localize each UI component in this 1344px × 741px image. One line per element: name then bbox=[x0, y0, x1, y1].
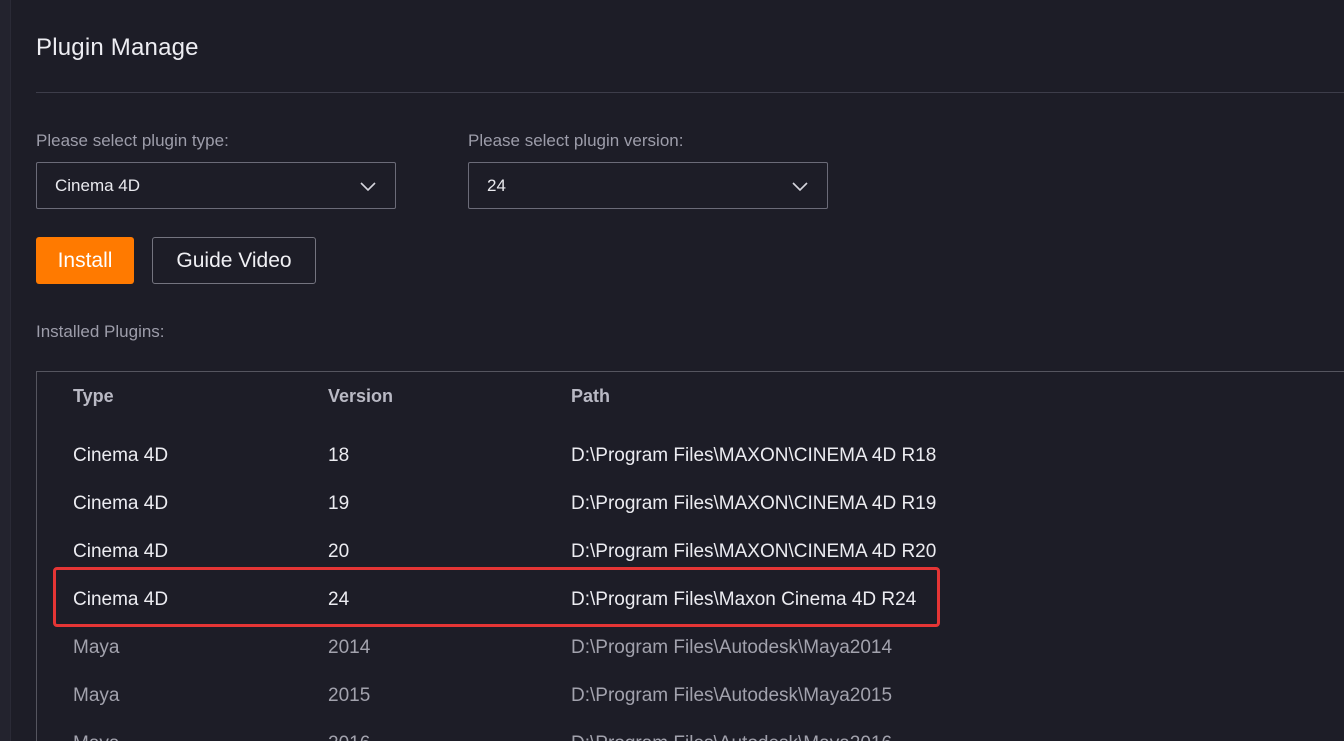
row-path: D:\Program Files\MAXON\CINEMA 4D R19 bbox=[571, 493, 937, 514]
table-row[interactable]: Maya 2016 D:\Program Files\Autodesk\Maya… bbox=[73, 720, 1273, 741]
plugin-type-label: Please select plugin type: bbox=[36, 131, 229, 150]
chevron-down-icon bbox=[360, 182, 376, 192]
page-title: Plugin Manage bbox=[36, 34, 199, 61]
row-version: 2014 bbox=[328, 637, 371, 658]
title-divider bbox=[36, 92, 1344, 93]
row-type: Maya bbox=[73, 685, 120, 706]
row-path: D:\Program Files\Autodesk\Maya2016 bbox=[571, 733, 892, 741]
guide-video-button[interactable]: Guide Video bbox=[152, 237, 316, 284]
column-header-version: Version bbox=[328, 385, 394, 406]
row-version: 19 bbox=[328, 493, 350, 514]
row-type: Cinema 4D bbox=[73, 445, 169, 466]
row-version: 18 bbox=[328, 445, 350, 466]
column-header-type: Type bbox=[73, 385, 114, 406]
row-type: Maya bbox=[73, 733, 119, 741]
table-row[interactable]: Maya 2014 D:\Program Files\Autodesk\Maya… bbox=[73, 624, 1273, 672]
plugin-manager-window: Plugin Manage Please select plugin type:… bbox=[0, 0, 1344, 741]
plugin-version-label: Please select plugin version: bbox=[468, 131, 684, 150]
plugin-type-select[interactable]: Cinema 4D bbox=[36, 162, 396, 209]
row-path: D:\Program Files\Autodesk\Maya2015 bbox=[571, 685, 893, 706]
row-version: 2016 bbox=[328, 733, 370, 741]
row-type: Cinema 4D bbox=[73, 541, 169, 562]
row-path: D:\Program Files\MAXON\CINEMA 4D R20 bbox=[571, 541, 937, 562]
row-version: 2015 bbox=[328, 685, 371, 706]
table-row-highlighted[interactable]: Cinema 4D 24 D:\Program Files\Maxon Cine… bbox=[73, 576, 1273, 624]
table-header-row: Type Version Path bbox=[73, 372, 1273, 420]
table-row[interactable]: Maya 2015 D:\Program Files\Autodesk\Maya… bbox=[73, 672, 1273, 720]
row-version: 20 bbox=[328, 541, 350, 562]
left-panel-edge bbox=[0, 0, 11, 741]
install-button[interactable]: Install bbox=[36, 237, 134, 284]
chevron-down-icon bbox=[792, 182, 808, 192]
installed-plugins-label: Installed Plugins: bbox=[36, 322, 165, 341]
row-version: 24 bbox=[328, 589, 350, 610]
plugin-version-select[interactable]: 24 bbox=[468, 162, 828, 209]
row-type: Maya bbox=[73, 637, 120, 658]
table-row[interactable]: Cinema 4D 19 D:\Program Files\MAXON\CINE… bbox=[73, 480, 1273, 528]
plugin-type-value: Cinema 4D bbox=[55, 175, 141, 195]
row-type: Cinema 4D bbox=[73, 493, 169, 514]
row-type: Cinema 4D bbox=[73, 589, 169, 610]
column-header-path: Path bbox=[571, 385, 611, 406]
plugin-version-value: 24 bbox=[487, 175, 506, 195]
row-path: D:\Program Files\Autodesk\Maya2014 bbox=[571, 637, 893, 658]
table-row[interactable]: Cinema 4D 18 D:\Program Files\MAXON\CINE… bbox=[73, 432, 1273, 480]
row-path: D:\Program Files\MAXON\CINEMA 4D R18 bbox=[571, 445, 937, 466]
table-row[interactable]: Cinema 4D 20 D:\Program Files\MAXON\CINE… bbox=[73, 528, 1273, 576]
row-path: D:\Program Files\Maxon Cinema 4D R24 bbox=[571, 589, 917, 610]
